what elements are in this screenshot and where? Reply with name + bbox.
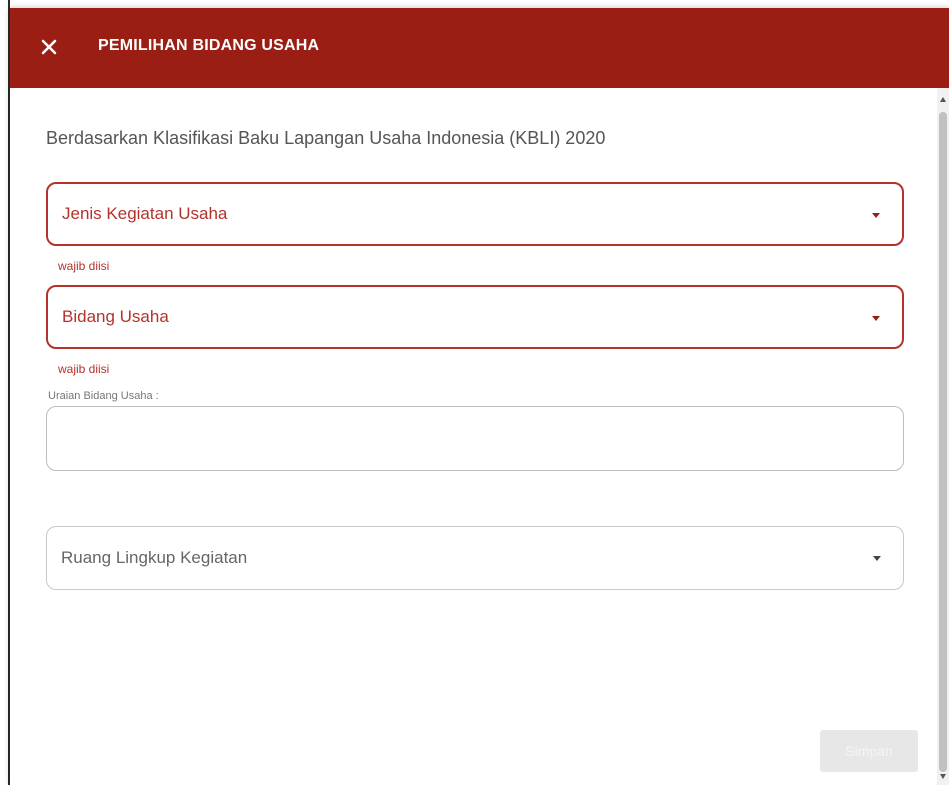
business-field-dialog: PEMILIHAN BIDANG USAHA Berdasarkan Klasi… xyxy=(10,8,949,785)
scroll-down-arrow-icon[interactable] xyxy=(940,774,946,779)
bidang-usaha-select[interactable]: Bidang Usaha xyxy=(46,285,904,349)
dropdown-caret-icon xyxy=(872,213,880,218)
close-button[interactable] xyxy=(36,34,62,60)
save-button[interactable]: Simpan xyxy=(820,730,918,772)
scroll-up-arrow-icon[interactable] xyxy=(940,97,946,102)
ruang-lingkup-kegiatan-select[interactable]: Ruang Lingkup Kegiatan xyxy=(46,526,904,590)
dropdown-caret-icon xyxy=(872,316,880,321)
uraian-bidang-usaha-field[interactable] xyxy=(46,406,904,471)
form-subtitle: Berdasarkan Klasifikasi Baku Lapangan Us… xyxy=(46,128,606,148)
screen: PEMILIHAN BIDANG USAHA Berdasarkan Klasi… xyxy=(0,0,949,785)
jenis-kegiatan-error-text: wajib diisi xyxy=(58,259,110,273)
close-icon xyxy=(41,39,57,55)
bidang-usaha-error-text: wajib diisi xyxy=(58,362,110,376)
dialog-header: PEMILIHAN BIDANG USAHA xyxy=(10,8,949,88)
jenis-kegiatan-usaha-select[interactable]: Jenis Kegiatan Usaha xyxy=(46,182,904,246)
scrollbar-thumb[interactable] xyxy=(939,112,947,772)
ruang-lingkup-kegiatan-label: Ruang Lingkup Kegiatan xyxy=(61,548,248,567)
bidang-usaha-label: Bidang Usaha xyxy=(62,307,169,326)
jenis-kegiatan-usaha-label: Jenis Kegiatan Usaha xyxy=(62,204,228,223)
uraian-bidang-usaha-label: Uraian Bidang Usaha : xyxy=(48,390,159,402)
dialog-title: PEMILIHAN BIDANG USAHA xyxy=(98,37,320,54)
background-edge xyxy=(0,0,10,785)
dropdown-caret-icon xyxy=(873,556,881,561)
